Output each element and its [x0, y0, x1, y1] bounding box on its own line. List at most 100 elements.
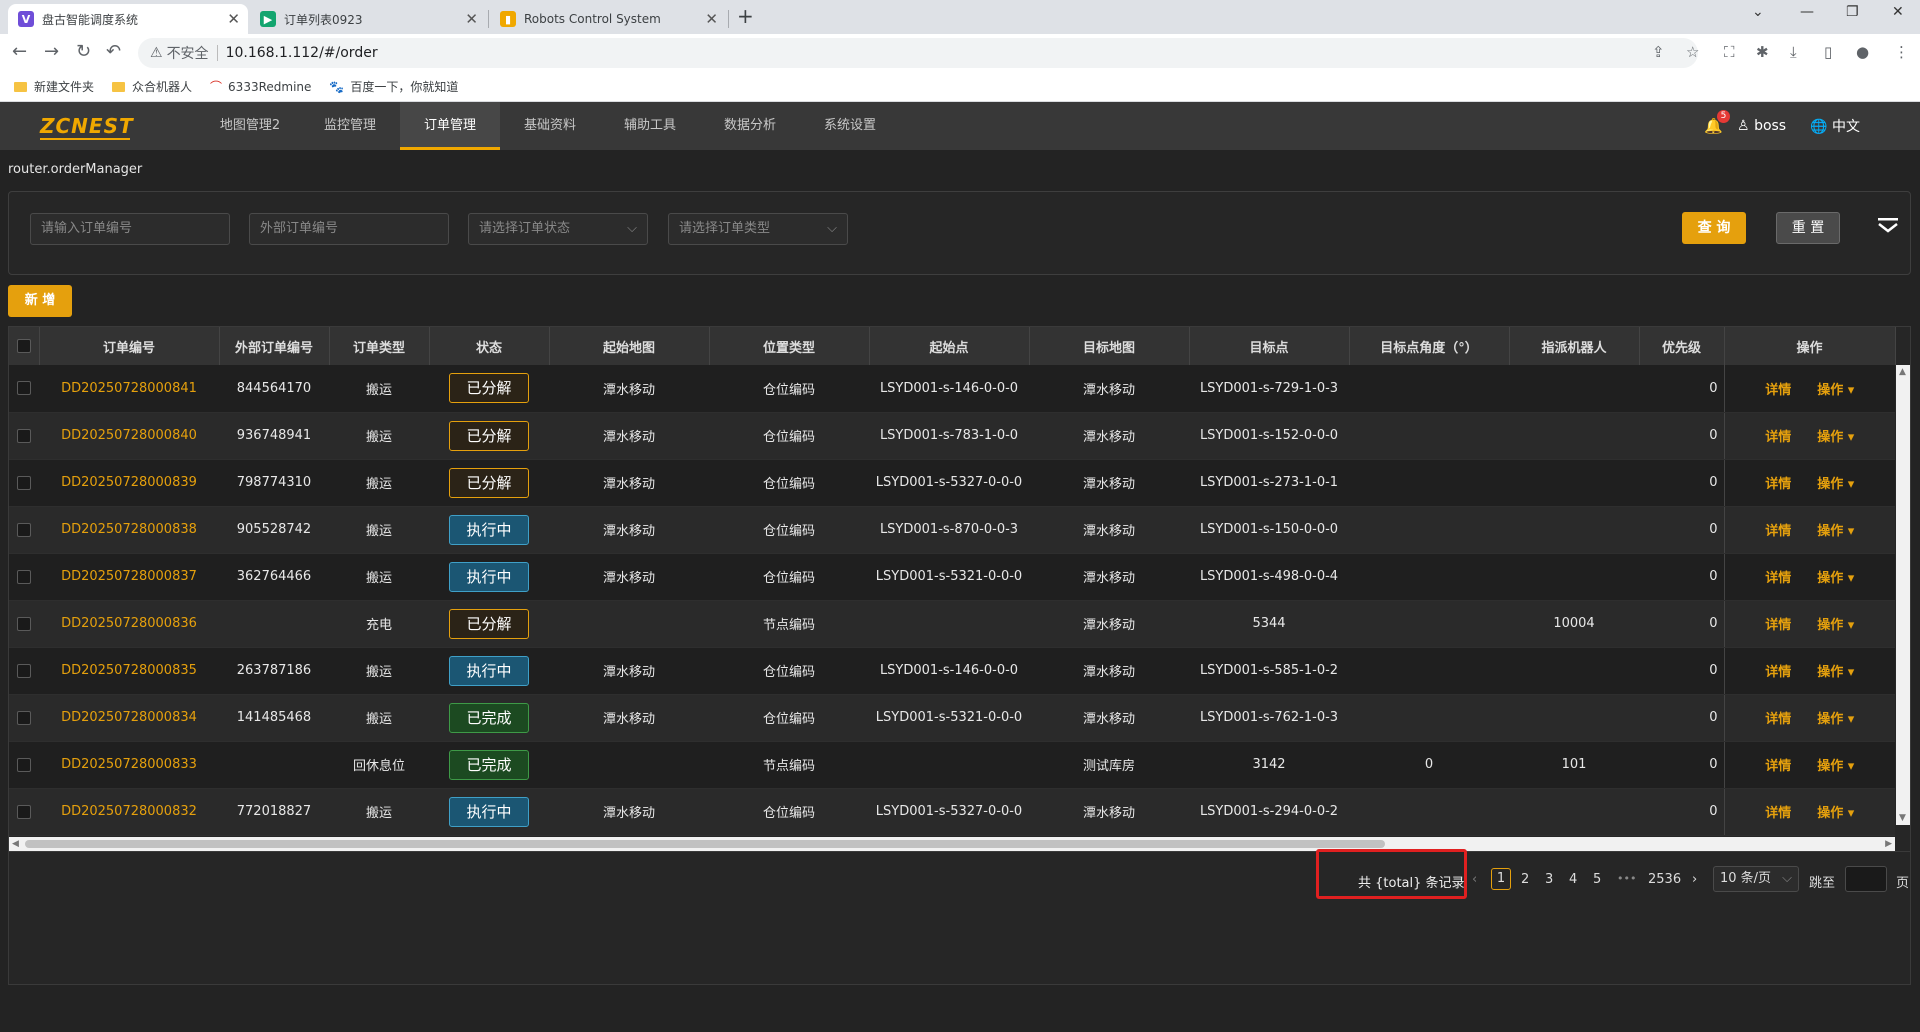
table-row[interactable]: DD20250728000835 263787186 搬运 执行中 潭水移动 仓位编码 LS…	[9, 647, 1895, 695]
row-checkbox[interactable]	[17, 569, 31, 584]
bookmark-item[interactable]: 众合机器人	[112, 78, 192, 95]
scroll-down-icon[interactable]: ▼	[1899, 813, 1906, 823]
row-select-cell[interactable]	[9, 741, 39, 789]
horizontal-scrollbar[interactable]: ◀ ▶	[9, 837, 1895, 851]
external-no-input[interactable]: 外部订单编号	[249, 213, 449, 245]
row-checkbox[interactable]	[17, 804, 31, 819]
operation-dropdown[interactable]: 操作 ▾	[1817, 524, 1854, 539]
table-row[interactable]: DD20250728000838 905528742 搬运 执行中 潭水移动 仓位编码 LS…	[9, 506, 1895, 554]
row-checkbox[interactable]	[17, 475, 31, 490]
operation-dropdown[interactable]: 操作 ▾	[1817, 477, 1854, 492]
undo-icon[interactable]: ↶	[106, 41, 121, 62]
row-checkbox[interactable]	[17, 710, 31, 725]
scroll-up-icon[interactable]: ▲	[1899, 367, 1906, 377]
detail-link[interactable]: 详情	[1765, 712, 1791, 727]
page-3[interactable]: 3	[1545, 872, 1553, 887]
detail-link[interactable]: 详情	[1765, 759, 1791, 774]
order-no-cell[interactable]: DD20250728000833	[39, 741, 219, 789]
order-no-input[interactable]: 请输入订单编号	[30, 213, 230, 245]
row-checkbox[interactable]	[17, 428, 31, 443]
row-select-cell[interactable]	[9, 600, 39, 648]
language-switch[interactable]: 🌐 中文	[1810, 116, 1860, 136]
row-checkbox[interactable]	[17, 381, 31, 396]
table-row[interactable]: DD20250728000841 844564170 搬运 已分解 潭水移动 仓位编码 LS…	[9, 365, 1895, 413]
row-checkbox[interactable]	[17, 757, 31, 772]
browser-tab-0[interactable]: V 盘古智能调度系统 ✕	[8, 4, 248, 34]
detail-link[interactable]: 详情	[1765, 665, 1791, 680]
add-button[interactable]: 新 增	[8, 285, 72, 317]
table-row[interactable]: DD20250728000837 362764466 搬运 执行中 潭水移动 仓位编码 LS…	[9, 553, 1895, 601]
extensions-icon[interactable]: ✱	[1756, 43, 1769, 61]
detail-link[interactable]: 详情	[1765, 571, 1791, 586]
select-all-checkbox[interactable]	[16, 339, 31, 353]
order-no-cell[interactable]: DD20250728000832	[39, 788, 219, 836]
row-checkbox[interactable]	[17, 522, 31, 537]
window-close-icon[interactable]: ✕	[1892, 4, 1904, 20]
bell-icon[interactable]: 🔔 5	[1704, 110, 1731, 135]
operation-dropdown[interactable]: 操作 ▾	[1817, 571, 1854, 586]
order-no-cell[interactable]: DD20250728000836	[39, 600, 219, 648]
bookmark-item[interactable]: 🐾 百度一下，你就知道	[329, 78, 458, 95]
scroll-left-icon[interactable]: ◀	[12, 837, 19, 851]
minimize-icon[interactable]: —	[1800, 4, 1814, 20]
table-row[interactable]: DD20250728000833 回休息位 已完成 节点编码 测试库房 3142 0 101 0…	[9, 741, 1895, 789]
table-row[interactable]: DD20250728000840 936748941 搬运 已分解 潭水移动 仓位编码 LS…	[9, 412, 1895, 460]
table-row[interactable]: DD20250728000834 141485468 搬运 已完成 潭水移动 仓位编码 LS…	[9, 694, 1895, 742]
row-select-cell[interactable]	[9, 365, 39, 413]
row-checkbox[interactable]	[17, 616, 31, 631]
operation-dropdown[interactable]: 操作 ▾	[1817, 383, 1854, 398]
order-no-cell[interactable]: DD20250728000840	[39, 412, 219, 460]
order-no-cell[interactable]: DD20250728000838	[39, 506, 219, 554]
page-5[interactable]: 5	[1593, 872, 1601, 887]
close-icon[interactable]: ✕	[465, 10, 478, 28]
detail-link[interactable]: 详情	[1765, 524, 1791, 539]
collapse-icon[interactable]	[1877, 216, 1899, 236]
row-select-cell[interactable]	[9, 459, 39, 507]
nav-item-4[interactable]: 辅助工具	[600, 102, 700, 150]
user-menu[interactable]: ♙ boss	[1737, 118, 1786, 134]
row-select-cell[interactable]	[9, 412, 39, 460]
browser-tab-2[interactable]: ▮ Robots Control System ✕	[490, 4, 726, 34]
download-icon[interactable]: ⤓	[1790, 43, 1797, 61]
nav-item-0[interactable]: 地图管理2	[200, 102, 300, 150]
reload-icon[interactable]: ↻	[76, 41, 91, 62]
nav-item-3[interactable]: 基础资料	[500, 102, 600, 150]
browser-tab-1[interactable]: ▶ 订单列表0923 ✕	[250, 4, 486, 34]
nav-item-2[interactable]: 订单管理	[400, 102, 500, 150]
operation-dropdown[interactable]: 操作 ▾	[1817, 806, 1854, 821]
detail-link[interactable]: 详情	[1765, 618, 1791, 633]
table-row[interactable]: DD20250728000839 798774310 搬运 已分解 潭水移动 仓位编码 LS…	[9, 459, 1895, 507]
row-select-cell[interactable]	[9, 694, 39, 742]
scroll-right-icon[interactable]: ▶	[1885, 837, 1892, 851]
table-row[interactable]: DD20250728000832 772018827 搬运 执行中 潭水移动 仓位编码 LS…	[9, 788, 1895, 836]
operation-dropdown[interactable]: 操作 ▾	[1817, 712, 1854, 727]
scroll-thumb[interactable]	[25, 840, 1385, 848]
order-no-cell[interactable]: DD20250728000835	[39, 647, 219, 695]
vertical-scrollbar[interactable]: ▲ ▼	[1896, 365, 1910, 825]
detail-link[interactable]: 详情	[1765, 806, 1791, 821]
page-2[interactable]: 2	[1521, 872, 1529, 887]
nav-item-6[interactable]: 系统设置	[800, 102, 900, 150]
star-icon[interactable]: ☆	[1686, 43, 1699, 61]
select-all-cell[interactable]	[9, 327, 40, 365]
order-no-cell[interactable]: DD20250728000837	[39, 553, 219, 601]
operation-dropdown[interactable]: 操作 ▾	[1817, 430, 1854, 445]
status-select[interactable]: 请选择订单状态 ⌵	[468, 213, 648, 245]
forward-icon[interactable]: →	[44, 41, 59, 62]
operation-dropdown[interactable]: 操作 ▾	[1817, 618, 1854, 633]
detail-link[interactable]: 详情	[1765, 477, 1791, 492]
order-no-cell[interactable]: DD20250728000839	[39, 459, 219, 507]
order-no-cell[interactable]: DD20250728000841	[39, 365, 219, 413]
reset-button[interactable]: 重 置	[1776, 212, 1840, 244]
profile-icon[interactable]: ●	[1856, 43, 1869, 61]
table-row[interactable]: DD20250728000836 充电 已分解 节点编码 潭水移动 5344 10004 0 详…	[9, 600, 1895, 648]
back-icon[interactable]: ←	[12, 41, 27, 62]
share-icon[interactable]: ⇪	[1652, 43, 1665, 61]
page-1[interactable]: 1	[1491, 868, 1511, 890]
row-select-cell[interactable]	[9, 506, 39, 554]
prev-page-icon[interactable]: ‹	[1472, 872, 1477, 887]
more-pages[interactable]: •••	[1617, 872, 1636, 885]
page-4[interactable]: 4	[1569, 872, 1577, 887]
tab-search-icon[interactable]: ⌄	[1752, 4, 1764, 20]
close-icon[interactable]: ✕	[705, 10, 718, 28]
